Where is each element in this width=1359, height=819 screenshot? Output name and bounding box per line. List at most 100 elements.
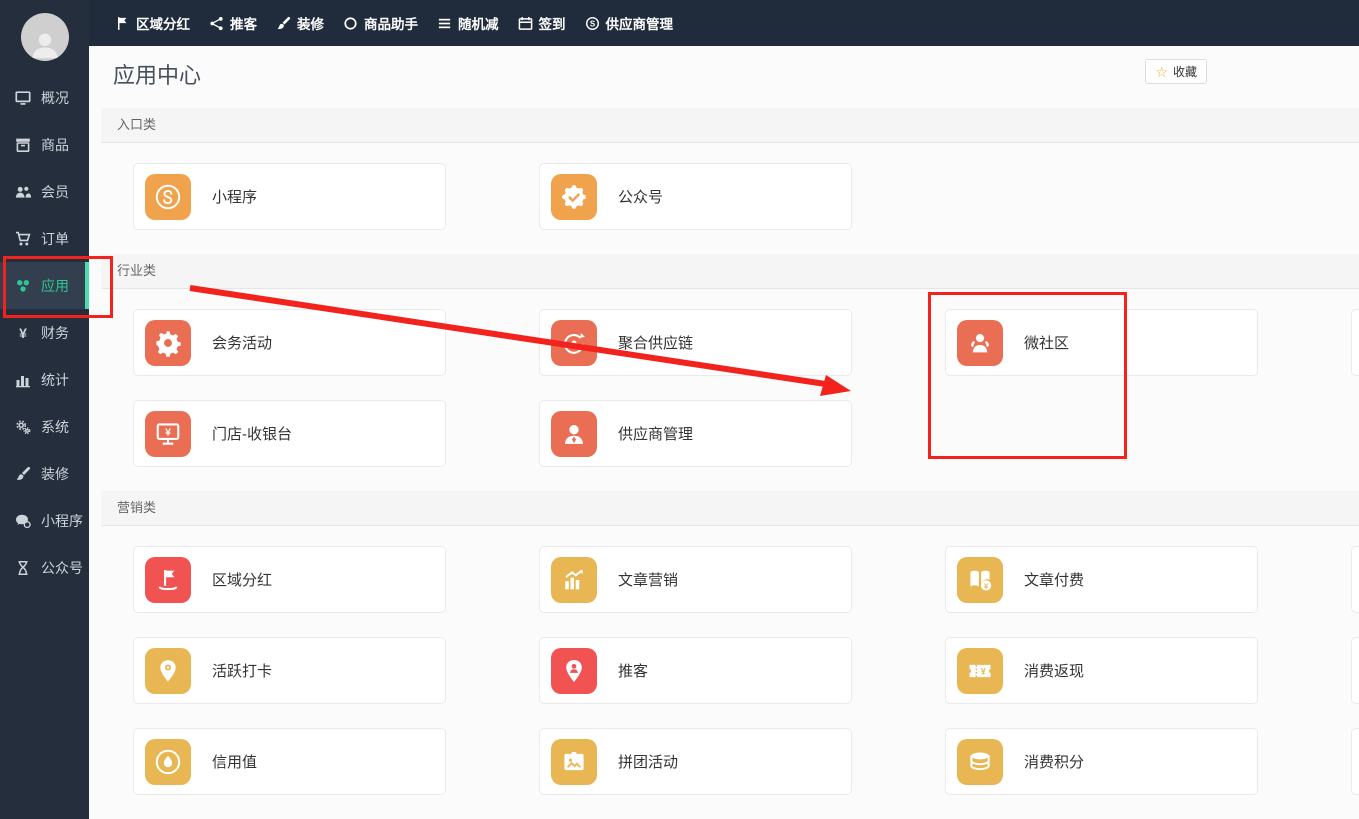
app-card-paid-articles[interactable]: ¥文章付费 [945,546,1258,613]
sidebar-item-apps[interactable]: 应用 [0,262,89,309]
app-card-micro-community[interactable]: 微社区 [945,309,1258,376]
picture-frame-icon [551,739,597,785]
sidebar-item-stats[interactable]: 统计 [0,356,89,403]
sidebar-item-label: 公众号 [41,558,83,578]
app-card-tuike[interactable]: 推客 [539,637,852,704]
share-icon [209,16,224,31]
miniprogram-icon [145,174,191,220]
app-card-label: 公众号 [618,186,663,207]
sidebar-item-label: 统计 [41,370,69,390]
app-card-label: 小程序 [212,186,257,207]
brush-icon [13,465,32,482]
app-card-region-dividend[interactable]: 区域分红 [133,546,446,613]
sidebar-item-system[interactable]: 系统 [0,403,89,450]
app-card-conference-activity[interactable]: 会务活动 [133,309,446,376]
app-card-official-account[interactable]: 公众号 [539,163,852,230]
top-navbar: 区域分红 推客 装修商品助手随机减签到 S供应商管理 [89,0,1359,46]
svg-text:¥: ¥ [981,666,986,676]
app-card-supply-chain[interactable]: 聚合供应链 [539,309,852,376]
sidebar-item-official-account[interactable]: 公众号 [0,544,89,591]
app-card-label: 供应商管理 [618,423,693,444]
app-center-main: 应用中心 入口类小程序公众号行业类会务活动聚合供应链微社区¥门店-收银台供应商管… [89,46,1359,819]
app-card-article-marketing[interactable]: 文章营销 [539,546,852,613]
coin-stack-icon [957,739,1003,785]
brush-icon [276,16,291,31]
app-card-clipped[interactable] [1351,637,1359,704]
nav-item-label: 装修 [297,13,324,33]
avatar[interactable] [21,13,69,61]
app-card-clipped[interactable] [1351,728,1359,795]
favorite-button[interactable]: ☆ 收藏 [1145,59,1207,84]
section-header-marketing-category: 营销类 [101,491,1359,526]
app-card-clipped[interactable] [1351,309,1359,376]
app-card-cashback[interactable]: ¥ 消费返现 [945,637,1258,704]
app-card-points[interactable]: 消费积分 [945,728,1258,795]
app-card-label: 拼团活动 [618,751,678,772]
nav-item-label: 推客 [230,13,257,33]
sidebar-menu: 概况商品会员订单应用 ¥ 财务统计系统装修小程序公众号 [0,74,89,591]
sidebar-item-goods[interactable]: 商品 [0,121,89,168]
sidebar-item-overview[interactable]: 概况 [0,74,89,121]
nav-item-sign-in[interactable]: 签到 [518,13,566,33]
apps-icon [13,277,32,294]
app-card-label: 区域分红 [212,569,272,590]
nav-item-tuike[interactable]: 推客 [209,13,257,33]
nav-item-random-reduce[interactable]: 随机减 [437,13,499,33]
app-card-label: 消费返现 [1024,660,1084,681]
app-card-credit-value[interactable]: 信用值 [133,728,446,795]
cart-icon [13,230,32,247]
gears-icon [13,418,32,435]
sidebar-item-members[interactable]: 会员 [0,168,89,215]
app-card-label: 信用值 [212,751,257,772]
app-card-label: 会务活动 [212,332,272,353]
sidebar-item-decorate[interactable]: 装修 [0,450,89,497]
nav-item-label: 区域分红 [136,13,190,33]
yen-icon: ¥ [13,324,32,341]
sidebar-item-label: 财务 [41,323,69,343]
sidebar-item-orders[interactable]: 订单 [0,215,89,262]
supplier-person-icon [551,411,597,457]
section-cards-marketing-category: 区域分红 文章营销 ¥文章付费活跃打卡 推客 ¥ 消费返现信用值 拼团活动 消费积分 [133,546,1359,819]
svg-text:¥: ¥ [165,426,171,438]
hourglass-icon [13,559,32,576]
section-header-entry-category: 入口类 [101,108,1359,143]
app-card-label: 门店-收银台 [212,423,292,444]
app-card-store-cashier[interactable]: ¥ 门店-收银台 [133,400,446,467]
gear-solid-icon [145,320,191,366]
app-card-active-checkin[interactable]: 活跃打卡 [133,637,446,704]
sidebar-item-label: 会员 [41,182,69,202]
sidebar-item-finance[interactable]: ¥ 财务 [0,309,89,356]
sidebar: 概况商品会员订单应用 ¥ 财务统计系统装修小程序公众号 [0,0,89,819]
sidebar-item-label: 系统 [41,417,69,437]
members-icon [13,183,32,200]
circle-icon [343,16,358,31]
app-card-label: 文章营销 [618,569,678,590]
drop-circle-icon [145,739,191,785]
nav-item-goods-assistant[interactable]: 商品助手 [343,13,418,33]
badge-check-icon [551,174,597,220]
sidebar-item-label: 应用 [41,276,69,296]
app-card-miniprogram[interactable]: 小程序 [133,163,446,230]
svg-text:¥: ¥ [19,325,27,341]
paid-article-icon: ¥ [957,557,1003,603]
nav-item-region-dividend[interactable]: 区域分红 [115,13,190,33]
article-chart-icon [551,557,597,603]
app-card-group-buying[interactable]: 拼团活动 [539,728,852,795]
app-card-label: 聚合供应链 [618,332,693,353]
sidebar-item-label: 概况 [41,88,69,108]
user-avatar-icon [28,27,62,61]
sidebar-item-label: 商品 [41,135,69,155]
person-pin-icon [551,648,597,694]
app-card-clipped[interactable] [1351,546,1359,613]
wechat-bubble-icon [13,512,32,529]
section-cards-entry-category: 小程序 公众号 [133,163,1359,230]
app-card-label: 消费积分 [1024,751,1084,772]
cashier-monitor-icon: ¥ [145,411,191,457]
nav-item-decorate[interactable]: 装修 [276,13,324,33]
sidebar-item-miniprogram[interactable]: 小程序 [0,497,89,544]
section-header-industry-category: 行业类 [101,254,1359,289]
s-circle-icon: S [585,16,600,31]
community-person-icon [957,320,1003,366]
nav-item-supplier-management[interactable]: S供应商管理 [585,13,674,33]
app-card-supplier-management[interactable]: 供应商管理 [539,400,852,467]
